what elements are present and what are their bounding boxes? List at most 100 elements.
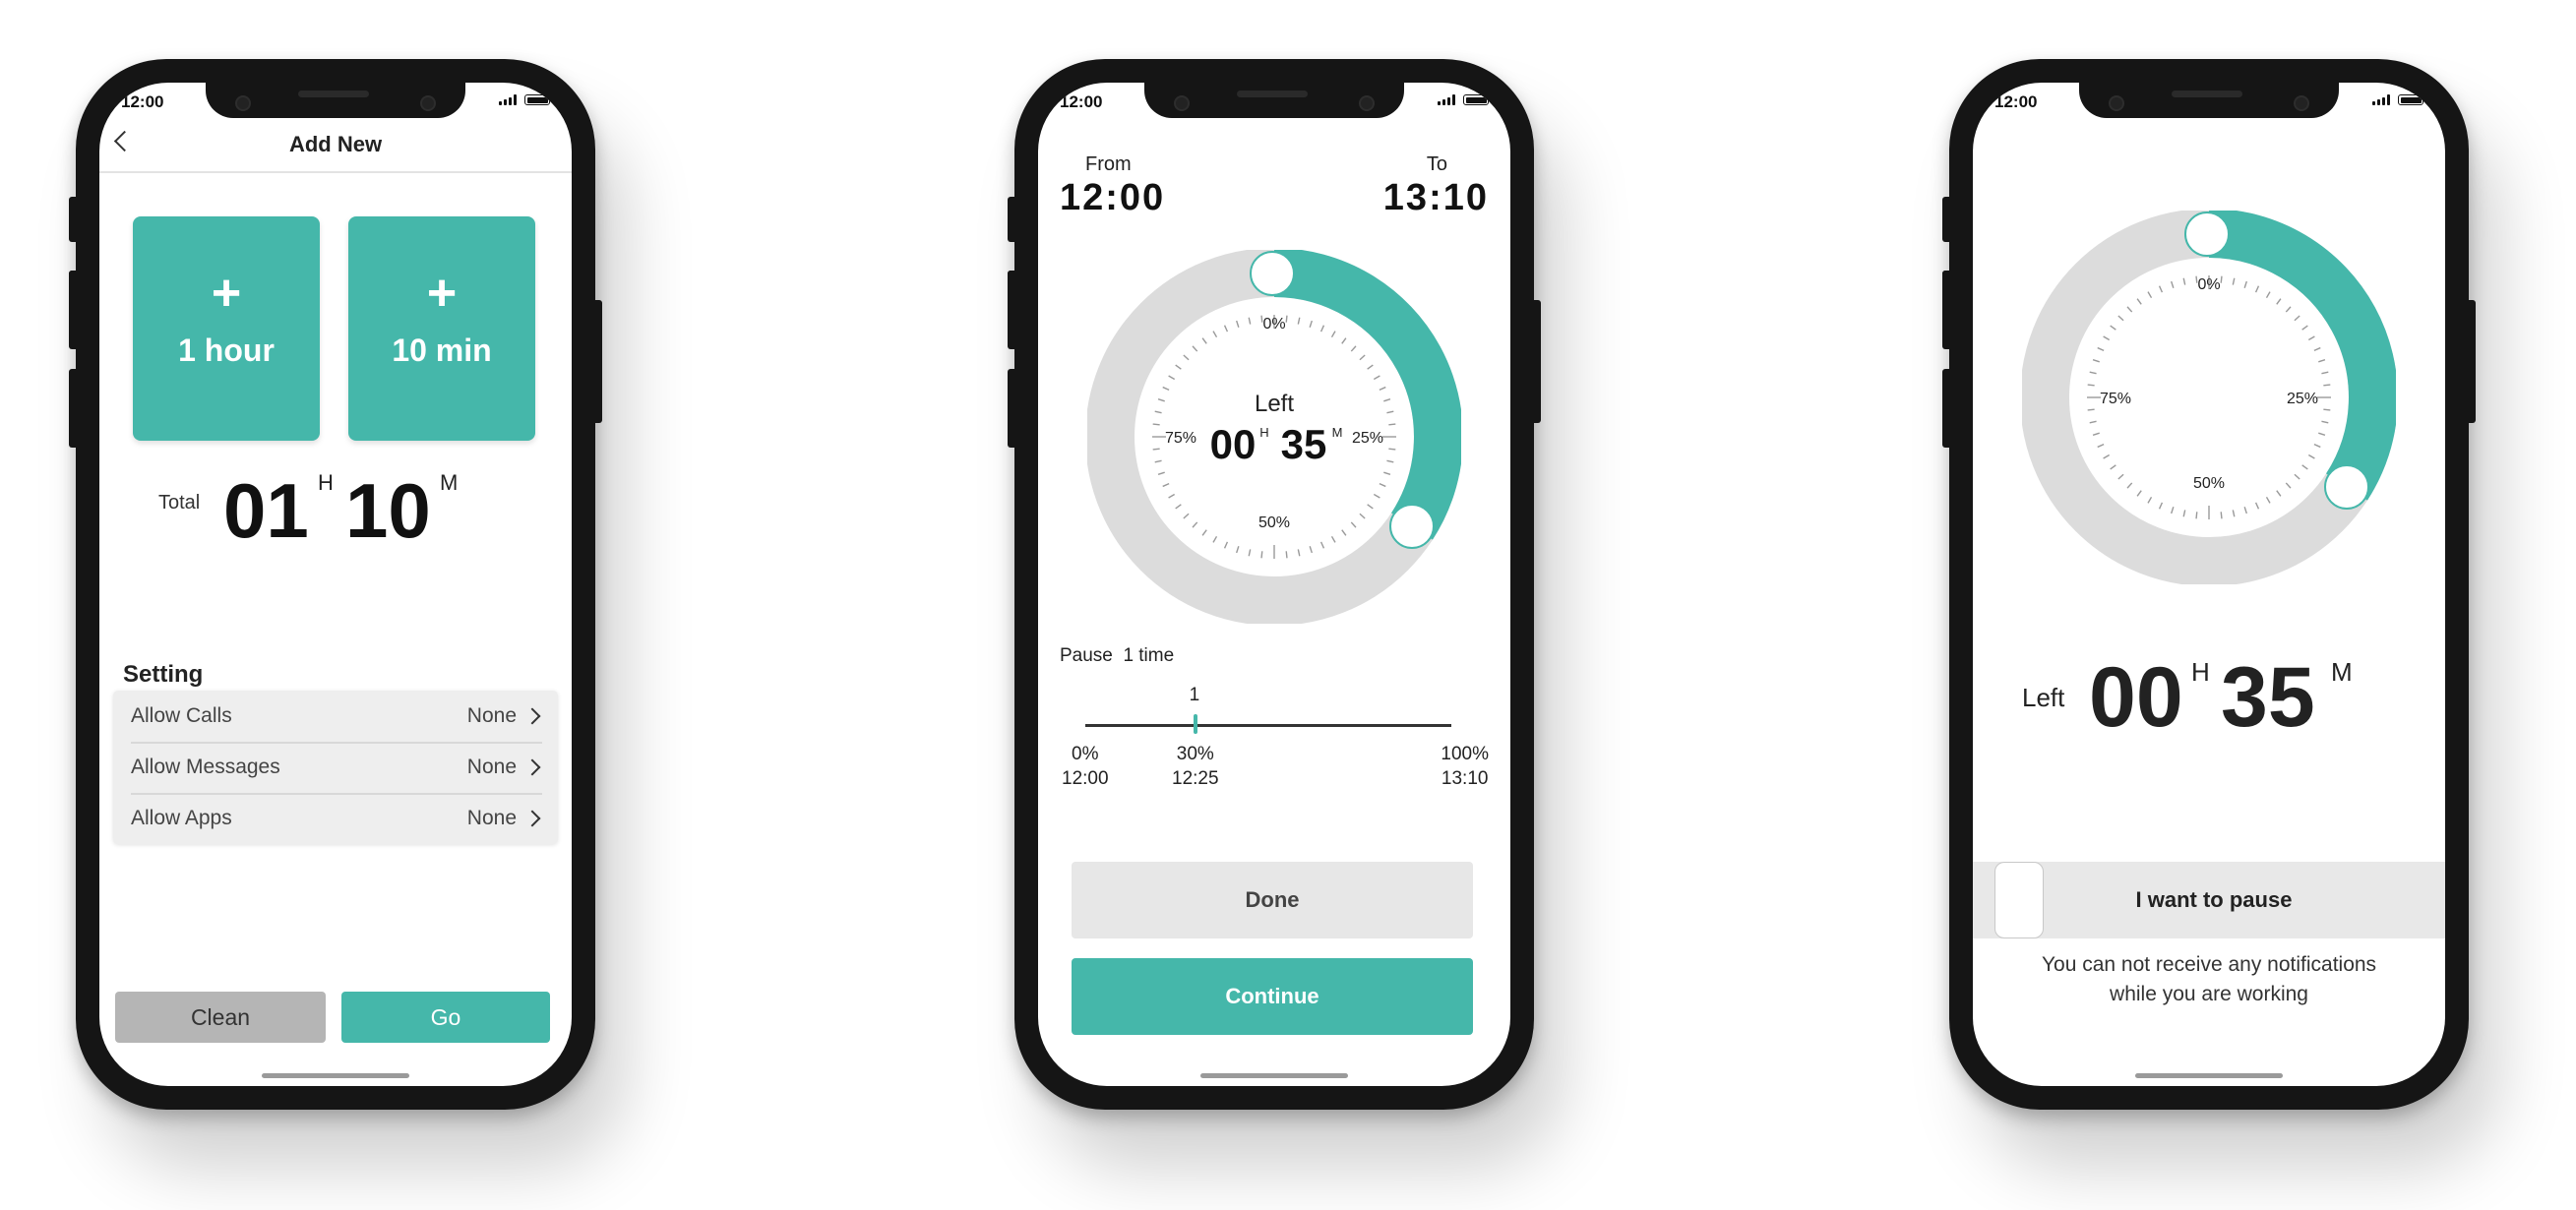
battery-icon — [524, 94, 553, 105]
to-label: To — [1426, 153, 1447, 175]
home-indicator[interactable] — [2135, 1073, 2283, 1078]
screen-timer: 12:00 From 12:00 To 13:10 0% 25% 50% 75%… — [1038, 83, 1510, 1086]
battery-icon — [2398, 94, 2426, 105]
setting-label: Allow Apps — [131, 807, 232, 829]
dial-tick — [1285, 315, 1288, 323]
setting-row-allow-calls[interactable]: Allow Calls None — [131, 691, 542, 744]
timeline-mid-pct: 30% — [1176, 744, 1214, 764]
dial-label-75: 75% — [1165, 430, 1196, 447]
end-handle[interactable] — [2324, 464, 2369, 510]
timeline-end-pct: 100% — [1441, 744, 1489, 764]
pause-marker[interactable] — [1193, 714, 1197, 734]
chevron-right-icon — [523, 810, 541, 827]
dial-label-0: 0% — [2197, 276, 2220, 293]
home-indicator[interactable] — [262, 1073, 409, 1078]
screen-add-new: 12:00 Add New + 1 hour + 10 min Total 01… — [99, 83, 572, 1086]
dial-tick — [2220, 512, 2223, 519]
nav-header: Add New — [99, 120, 572, 173]
dial-tick — [1152, 423, 1160, 426]
setting-row-allow-messages[interactable]: Allow Messages None — [131, 742, 542, 795]
battery-icon — [1463, 94, 1492, 105]
home-indicator[interactable] — [1200, 1073, 1348, 1078]
dial-tick — [1260, 551, 1263, 559]
timeline-end-time: 13:10 — [1441, 768, 1489, 789]
dial-tick — [2087, 384, 2095, 387]
start-handle[interactable] — [2184, 212, 2230, 257]
dial-tick — [2087, 408, 2095, 411]
go-button[interactable]: Go — [341, 992, 550, 1043]
add-1-hour-button[interactable]: + 1 hour — [133, 216, 320, 441]
hours-unit: H — [1259, 425, 1268, 440]
dial-tick — [1152, 448, 1160, 451]
signal-icon — [1438, 94, 1455, 105]
notch — [206, 83, 465, 118]
dial-label-25: 25% — [1352, 430, 1383, 447]
dial-tick — [2323, 384, 2331, 387]
left-label: Left — [2022, 683, 2065, 712]
done-button[interactable]: Done — [1072, 862, 1473, 938]
setting-label: Allow Calls — [131, 704, 232, 727]
setting-label: Allow Messages — [131, 756, 280, 778]
signal-icon — [2372, 94, 2390, 105]
phone-frame-running: 12:00 0% 25% 50% 75% Left 00 H 35 M I wa… — [1942, 59, 2476, 1110]
phone-frame-add-new: 12:00 Add New + 1 hour + 10 min Total 01… — [69, 59, 602, 1110]
setting-value: None — [466, 807, 517, 829]
end-handle[interactable] — [1389, 504, 1435, 549]
chevron-right-icon — [523, 758, 541, 776]
pause-label: Pause — [1060, 645, 1113, 666]
left-hours: 00 — [2089, 650, 2183, 745]
setting-value: None — [466, 704, 517, 727]
dial-label-0: 0% — [1262, 316, 1285, 333]
plus-icon: + — [211, 265, 242, 322]
left-hours: 00 — [1210, 421, 1257, 467]
timeline-end: 100% 13:10 — [1441, 742, 1489, 791]
timeline-track — [1085, 724, 1451, 727]
left-minutes: 35 — [1281, 421, 1327, 467]
timeline-start-time: 12:00 — [1062, 768, 1109, 789]
clean-button[interactable]: Clean — [115, 992, 326, 1043]
dial-tick — [2195, 512, 2198, 519]
page-title: Add New — [288, 132, 383, 156]
timeline-start-pct: 0% — [1072, 744, 1099, 764]
dial-tick — [1388, 448, 1396, 451]
progress-dial[interactable]: 0% 25% 50% 75% Left 00 H 35 M — [1087, 250, 1461, 624]
dial-label-50: 50% — [2193, 475, 2225, 492]
dial-tick — [2220, 275, 2223, 283]
screen-running: 12:00 0% 25% 50% 75% Left 00 H 35 M I wa… — [1973, 83, 2445, 1086]
dial-tick — [2323, 408, 2331, 411]
pause-info: Pause 1 time — [1060, 645, 1174, 667]
dial-tick — [1285, 551, 1288, 559]
continue-button[interactable]: Continue — [1072, 958, 1473, 1035]
dial-tick — [1388, 423, 1396, 426]
signal-icon — [499, 94, 517, 105]
plus-icon: + — [426, 265, 458, 322]
notch — [1144, 83, 1404, 118]
progress-dial[interactable]: 0% 25% 50% 75% — [2022, 211, 2396, 584]
setting-value: None — [466, 756, 517, 778]
start-handle[interactable] — [1250, 251, 1295, 296]
left-label: Left — [1255, 391, 1294, 417]
hours-unit: H — [2191, 657, 2210, 687]
from-time: 12:00 — [1060, 177, 1166, 218]
hours-unit: H — [318, 470, 334, 495]
dial-label-75: 75% — [2100, 391, 2131, 407]
from-label: From — [1085, 153, 1132, 175]
chevron-right-icon — [523, 707, 541, 725]
status-time: 12:00 — [121, 92, 164, 111]
minutes-unit: M — [1332, 425, 1343, 440]
dial-label-25: 25% — [2287, 391, 2318, 407]
timeline-start: 0% 12:00 — [1062, 742, 1109, 791]
pause-count: 1 time — [1123, 645, 1175, 666]
add-10-min-button[interactable]: + 10 min — [348, 216, 535, 441]
total-minutes: 10 — [345, 467, 431, 554]
timeline-mid-time: 12:25 — [1172, 768, 1219, 789]
minutes-unit: M — [2331, 657, 2353, 687]
setting-row-allow-apps[interactable]: Allow Apps None — [131, 793, 542, 844]
tile-label: 10 min — [392, 333, 492, 368]
phone-frame-timer: 12:00 From 12:00 To 13:10 0% 25% 50% 75%… — [1008, 59, 1541, 1110]
total-duration: Total 01 H 10 M — [158, 447, 552, 555]
settings-list: Allow Calls None Allow Messages None All… — [113, 691, 558, 844]
total-label: Total — [158, 492, 201, 514]
to-time: 13:10 — [1382, 177, 1489, 218]
minutes-unit: M — [440, 470, 459, 495]
